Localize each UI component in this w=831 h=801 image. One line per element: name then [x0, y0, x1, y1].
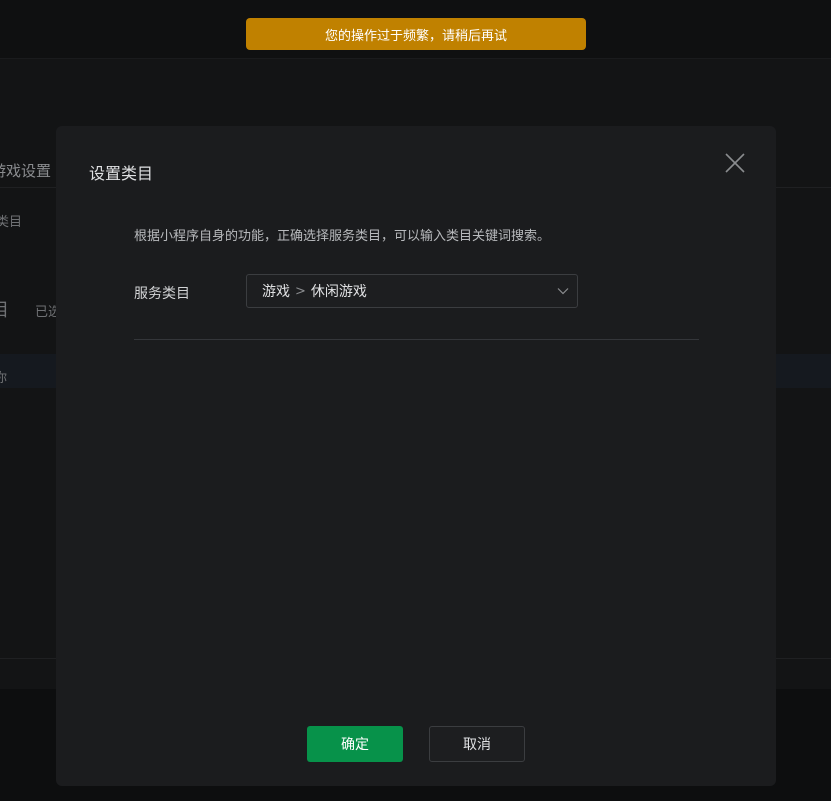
form-divider	[134, 339, 699, 340]
category-separator: >	[295, 283, 306, 299]
service-category-label: 服务类目	[134, 286, 190, 302]
chevron-down-icon	[557, 288, 569, 295]
category-level-2: 休闲游戏	[310, 284, 367, 300]
set-category-dialog: 设置类目 根据小程序自身的功能，正确选择服务类目，可以输入类目关键词搜索。 服务…	[56, 126, 776, 786]
dialog-description: 根据小程序自身的功能，正确选择服务类目，可以输入类目关键词搜索。	[134, 229, 551, 244]
cancel-button[interactable]: 取消	[429, 726, 525, 762]
close-icon	[725, 153, 745, 173]
background-tab-title: 游戏设置	[0, 162, 52, 180]
service-category-select[interactable]: 游戏 > 休闲游戏	[246, 274, 578, 308]
dialog-title: 设置类目	[89, 164, 154, 183]
confirm-button[interactable]: 确定	[307, 726, 403, 762]
background-label: 类目	[0, 215, 23, 230]
category-level-1: 游戏	[262, 284, 290, 300]
toast-warning: 您的操作过于频繁，请稍后再试	[246, 18, 586, 50]
toast-message: 您的操作过于频繁，请稍后再试	[324, 28, 507, 44]
close-button[interactable]	[722, 150, 748, 176]
page: 游戏设置 类目 目 已选 你 您的操作过于频繁，请稍后再试 设置类目 根据小程序…	[0, 0, 831, 801]
background-row-text: 你	[0, 371, 8, 386]
background-section-heading: 目	[0, 296, 9, 322]
